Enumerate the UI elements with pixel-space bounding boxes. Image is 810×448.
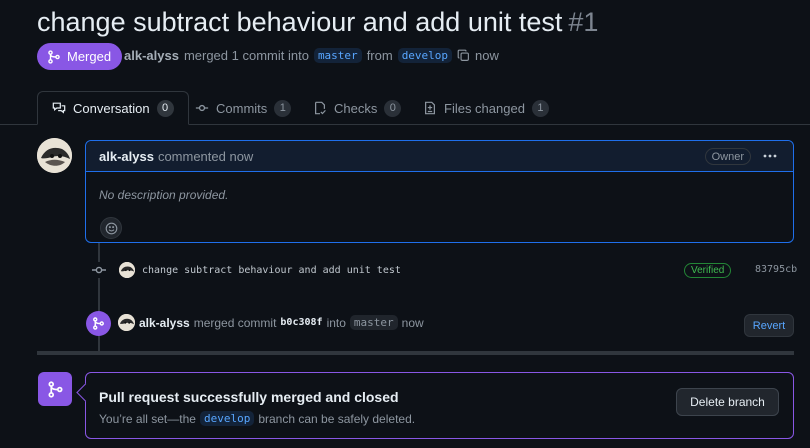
merged-status-icon [38, 372, 72, 406]
smiley-icon [105, 222, 117, 234]
merge-time: now [401, 315, 424, 330]
tab-label: Files changed [444, 100, 525, 116]
comment-discussion-icon [52, 102, 66, 114]
tab-conversation[interactable]: Conversation 0 [37, 91, 189, 125]
add-reaction-button[interactable] [100, 217, 122, 239]
from-text: from [366, 48, 393, 63]
tab-label: Checks [334, 100, 378, 116]
comment-author[interactable]: alk-alyss [99, 149, 154, 164]
commit-sha[interactable]: 83795cb [755, 264, 797, 275]
pr-subtitle: alk-alyss merged 1 commit into master fr… [124, 48, 499, 63]
tab-commits[interactable]: Commits 1 [181, 91, 305, 125]
git-merge-icon [48, 49, 60, 64]
kebab-menu-icon[interactable] [761, 149, 779, 163]
tab-label: Commits [216, 100, 268, 116]
delete-branch-button[interactable]: Delete branch [676, 388, 779, 416]
merge-into: into [326, 315, 346, 330]
merge-event-icon [86, 311, 111, 336]
pr-title-text: change subtract behaviour and add unit t… [37, 7, 563, 37]
tab-label: Conversation [73, 100, 150, 116]
comment-box: alk-alyss commented now Owner No descrip… [85, 140, 794, 243]
file-diff-icon [425, 101, 435, 115]
merged-sub-before: You’re all set—the [99, 411, 196, 426]
comment-body: No description provided. [99, 188, 229, 202]
verified-badge[interactable]: Verified [684, 263, 732, 278]
tab-count: 1 [274, 99, 292, 117]
pr-number: #1 [568, 7, 599, 37]
state-label: Merged [67, 49, 112, 64]
author-link[interactable]: alk-alyss [124, 48, 179, 63]
copy-icon[interactable] [457, 49, 470, 62]
merged-sub-after: branch can be safely deleted. [258, 411, 416, 426]
timeline-end-divider [37, 351, 794, 355]
merged-branch[interactable]: develop [199, 411, 255, 426]
avatar[interactable] [37, 138, 72, 173]
comment-header: alk-alyss commented now Owner [86, 141, 793, 172]
tab-count: 0 [384, 99, 402, 117]
git-merge-icon [93, 317, 104, 330]
pr-title: change subtract behaviour and add unit t… [37, 5, 598, 39]
avatar[interactable] [118, 314, 135, 331]
merged-title: Pull request successfully merged and clo… [99, 389, 399, 405]
revert-button[interactable]: Revert [744, 314, 794, 337]
state-badge: Merged [37, 43, 123, 70]
tab-count: 1 [531, 99, 549, 117]
merge-base-branch[interactable]: master [349, 315, 398, 330]
merged-text: merged 1 commit into [183, 48, 309, 63]
head-branch[interactable]: develop [397, 48, 453, 63]
git-commit-icon [91, 262, 107, 278]
merge-event: alk-alyss merged commit b0c308f into mas… [118, 314, 424, 331]
git-commit-icon [195, 104, 209, 112]
merged-box: Pull request successfully merged and clo… [85, 372, 794, 439]
base-branch[interactable]: master [313, 48, 362, 63]
merged-subtitle: You’re all set—the develop branch can be… [99, 411, 415, 426]
avatar[interactable] [119, 262, 135, 278]
commit-message[interactable]: change subtract behaviour and add unit t… [142, 265, 401, 276]
tab-count: 0 [156, 99, 174, 117]
tab-files-changed[interactable]: Files changed 1 [409, 91, 563, 125]
owner-badge: Owner [704, 148, 751, 165]
tab-checks[interactable]: Checks 0 [299, 91, 415, 125]
merge-sha[interactable]: b0c308f [280, 317, 322, 328]
merge-text: merged commit [193, 315, 277, 330]
checklist-icon [315, 101, 326, 115]
git-merge-icon [47, 380, 63, 398]
merge-author[interactable]: alk-alyss [139, 316, 190, 330]
comment-action: commented now [157, 148, 254, 164]
pr-time: now [475, 48, 499, 63]
